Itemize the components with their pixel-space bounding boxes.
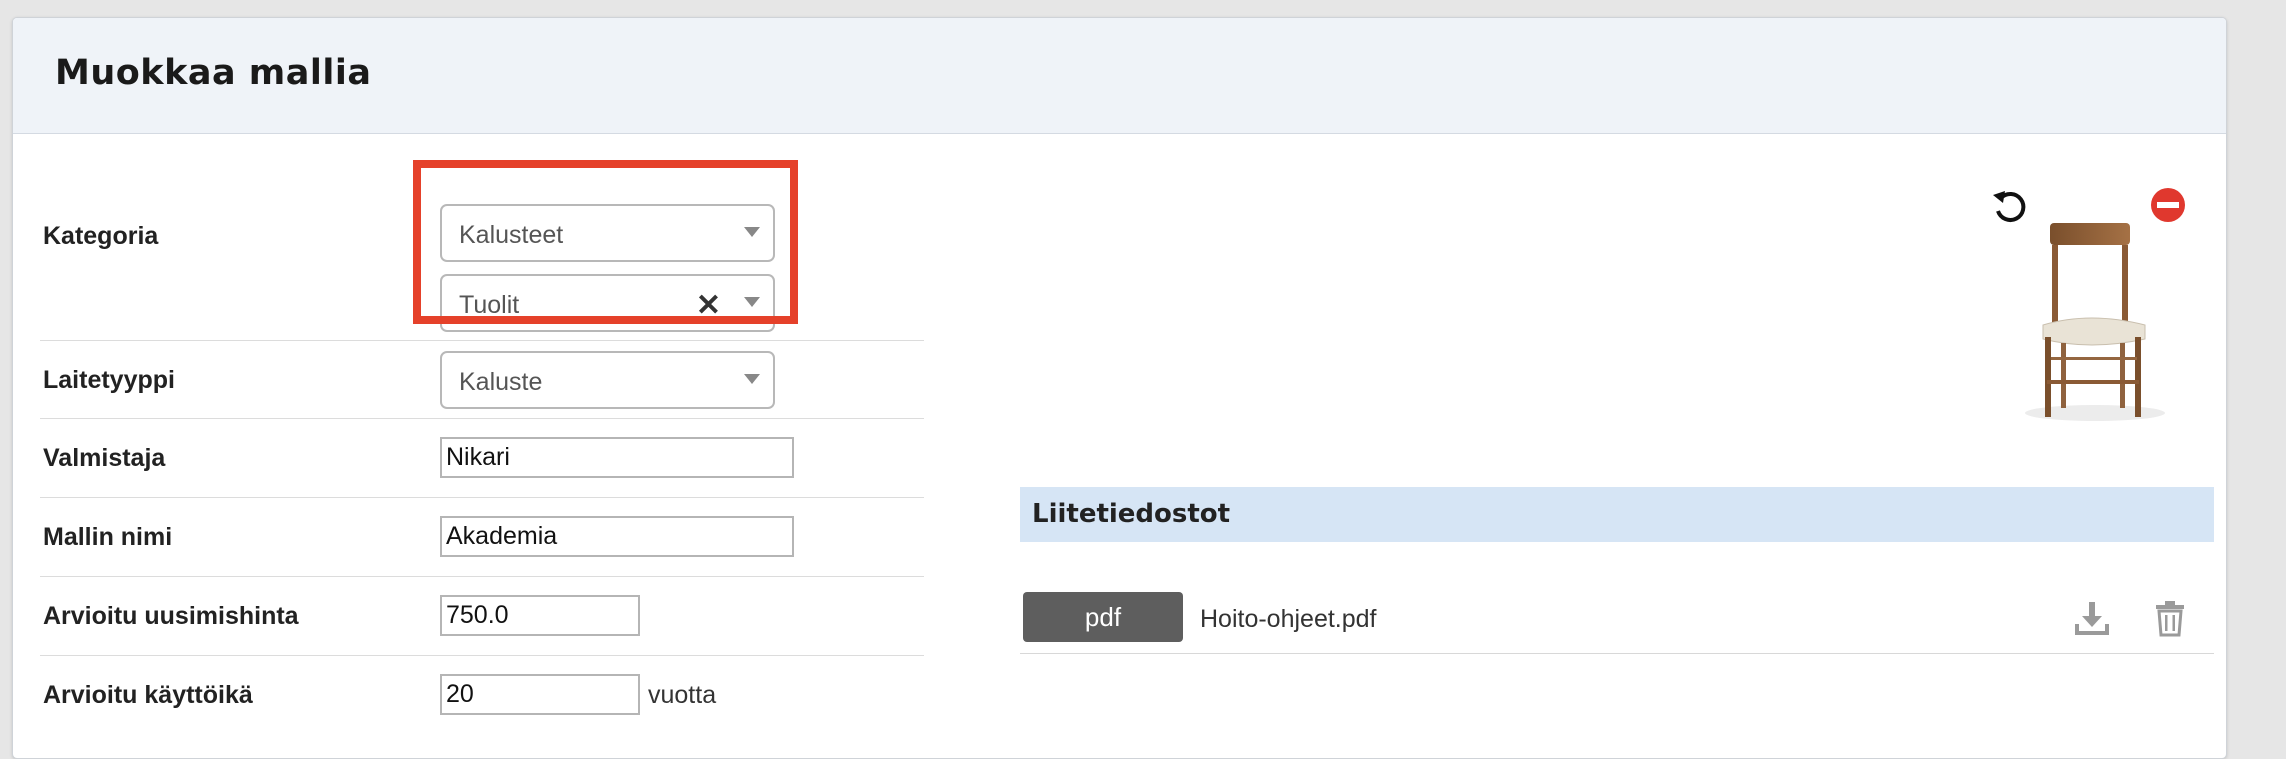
device-type-label: Laitetyyppi [43,366,175,394]
device-type-value: Kaluste [459,368,543,396]
category-label: Kategoria [43,222,159,250]
attachments-divider [1020,653,2214,654]
chevron-down-icon [744,374,760,384]
replacement-price-input[interactable]: 750.0 [440,595,640,636]
edit-model-panel: Muokkaa mallia [12,17,2227,759]
attachments-title: Liitetiedostot [1032,499,1231,529]
page-title: Muokkaa mallia [55,53,372,93]
manufacturer-input[interactable]: Nikari [440,437,794,478]
manufacturer-label: Valmistaja [43,444,166,472]
device-type-select[interactable]: Kaluste [440,351,775,409]
divider [40,497,924,498]
download-icon[interactable] [2072,598,2112,638]
divider [40,576,924,577]
chair-image [2025,223,2165,421]
divider [40,340,924,341]
divider [40,418,924,419]
trash-icon[interactable] [2150,598,2190,638]
model-name-input[interactable]: Akademia [440,516,794,557]
model-name-label: Mallin nimi [43,523,173,551]
attachment-file-name[interactable]: Hoito-ohjeet.pdf [1200,605,1377,634]
lifetime-label: Arvioitu käyttöikä [43,681,253,709]
divider [40,655,924,656]
lifetime-input[interactable]: 20 [440,674,640,715]
highlight-box [413,160,798,324]
replacement-price-label: Arvioitu uusimishinta [43,602,299,630]
pdf-file-type-button[interactable]: pdf [1023,592,1183,642]
panel-header: Muokkaa mallia [13,18,2226,134]
attachments-header: Liitetiedostot [1020,487,2214,542]
lifetime-unit: vuotta [648,681,717,709]
